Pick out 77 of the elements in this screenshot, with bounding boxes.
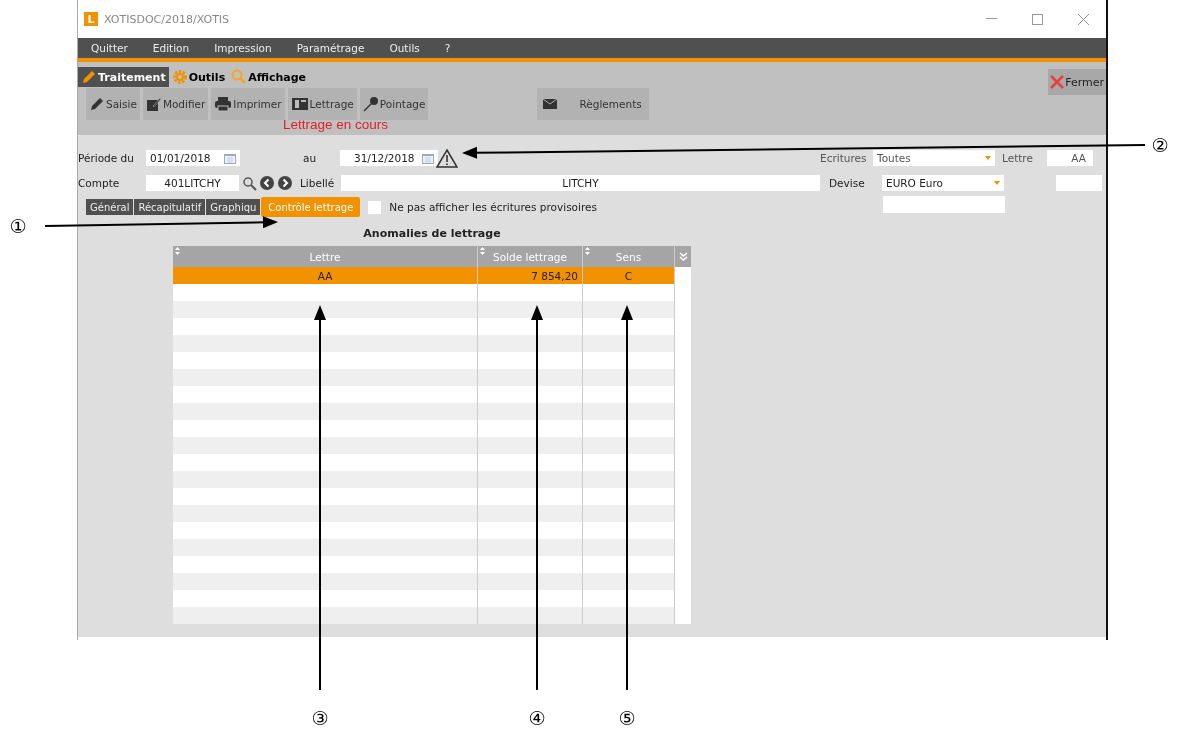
pencil-icon: [89, 96, 105, 112]
toolbar-button[interactable]: Règlements: [537, 88, 650, 120]
callout-number: ③: [310, 707, 330, 729]
scrollbar-track[interactable]: [675, 267, 691, 624]
caret-icon: [985, 156, 991, 160]
search-icon: [231, 69, 248, 85]
warning-icon: [436, 148, 458, 168]
sort-icon[interactable]: [480, 247, 485, 255]
field-label: Période du: [78, 152, 135, 164]
ribbon-tab[interactable]: Traitement: [78, 67, 169, 87]
sort-icon[interactable]: [585, 247, 590, 255]
checkbox-label: Ne pas afficher les écritures provisoires: [389, 201, 597, 213]
view-tab[interactable]: Récapitulatif: [134, 199, 206, 215]
table-title: Anomalies de lettrage: [362, 227, 502, 240]
ribbon-tab[interactable]: Outils: [168, 67, 229, 87]
status-message: Lettrage en cours: [283, 117, 389, 132]
sort-icon[interactable]: [175, 247, 180, 255]
close-icon: [1050, 75, 1065, 89]
menu-item[interactable]: Edition: [152, 42, 190, 54]
field-label: Ecritures: [820, 152, 868, 164]
select-field[interactable]: Toutes: [873, 150, 995, 166]
calendar-icon[interactable]: [422, 152, 434, 164]
next-icon[interactable]: [278, 176, 292, 190]
close-icon[interactable]: [1077, 13, 1089, 25]
minimize-icon[interactable]: [985, 18, 997, 20]
field-label: au: [303, 152, 318, 164]
toolbar-button[interactable]: Imprimer: [211, 88, 285, 120]
date-field[interactable]: 01/01/2018: [146, 150, 240, 166]
previous-icon[interactable]: [260, 176, 274, 190]
ribbon-tab[interactable]: Affichage: [228, 67, 310, 87]
callout-number: ②: [1150, 134, 1170, 156]
envelope-icon: [543, 99, 558, 109]
search-icon[interactable]: [242, 175, 257, 191]
toolbar-button[interactable]: Modifier: [142, 88, 209, 120]
pencil-icon: [81, 69, 97, 85]
input-field[interactable]: LITCHY: [341, 175, 820, 191]
edit-icon: [145, 96, 162, 112]
table-icon: [290, 96, 309, 112]
input-field[interactable]: [883, 196, 1005, 213]
table-cell: C: [624, 269, 633, 282]
menu-item[interactable]: ?: [444, 42, 451, 54]
callout-number: ①: [8, 215, 28, 237]
callout-number: ④: [527, 707, 547, 729]
toolbar-button[interactable]: Saisie: [86, 88, 140, 120]
window-title: XOTISDOC/2018/XOTIS: [104, 12, 231, 26]
checkbox[interactable]: [368, 200, 382, 214]
input-field[interactable]: 401LITCHY: [146, 175, 239, 191]
maximize-icon[interactable]: [1031, 13, 1043, 25]
pin-icon: [362, 96, 379, 112]
menu-item[interactable]: Paramétrage: [296, 42, 365, 54]
chevrons-down-icon[interactable]: [678, 252, 688, 261]
callout-number: ⑤: [617, 707, 637, 729]
printer-icon: [214, 96, 233, 112]
caret-icon: [994, 181, 1000, 185]
toolbar-button[interactable]: Pointage: [359, 88, 429, 120]
menu-item[interactable]: Outils: [389, 42, 420, 54]
table-row[interactable]: AA 7 854,20 C: [173, 267, 675, 284]
view-tab[interactable]: Graphiqu: [206, 199, 261, 215]
view-tab[interactable]: Général: [86, 199, 134, 215]
menu-item[interactable]: Impression: [214, 42, 272, 54]
input-field[interactable]: [1056, 175, 1102, 191]
calendar-icon[interactable]: [224, 152, 236, 164]
app-logo: L: [84, 12, 98, 26]
date-field[interactable]: 31/12/2018: [340, 150, 438, 166]
toolbar-button[interactable]: Lettrage: [287, 88, 357, 120]
input-field[interactable]: AA: [1047, 150, 1093, 166]
table-cell: AA: [317, 269, 333, 282]
table-row[interactable]: [173, 301, 675, 318]
field-label: Compte: [78, 177, 121, 189]
menu-item[interactable]: Quitter: [91, 42, 128, 54]
close-button[interactable]: Fermer: [1048, 69, 1106, 95]
field-label: Lettre: [1002, 152, 1034, 164]
table-cell: 7 854,20: [531, 269, 578, 282]
select-field[interactable]: EURO Euro: [882, 175, 1004, 191]
field-label: Libellé: [300, 177, 336, 189]
gear-icon: [171, 69, 188, 85]
field-label: Devise: [829, 177, 866, 189]
